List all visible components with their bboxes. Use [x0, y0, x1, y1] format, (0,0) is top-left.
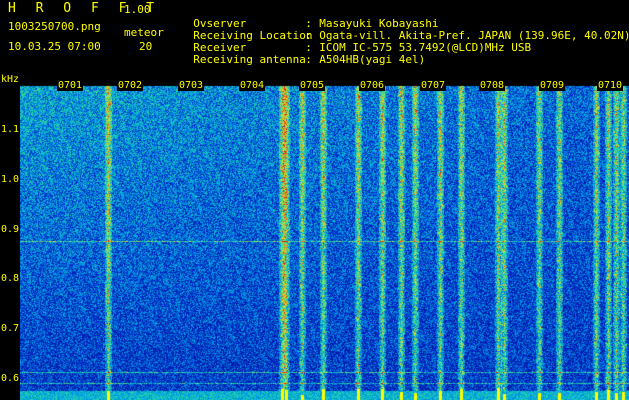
image-filename: 1003250700.png — [8, 20, 101, 33]
time-label: 0710 — [597, 80, 624, 91]
capture-datetime: 10.03.25 07:00 — [8, 40, 101, 53]
app-version: 1.00 — [124, 3, 151, 16]
meteor-count: 20 — [139, 40, 153, 53]
y-tick-label: 0.9 — [1, 224, 20, 235]
time-label: 0704 — [239, 80, 266, 91]
y-tick-label: 1.0 — [1, 174, 20, 185]
time-label: 0709 — [539, 80, 566, 91]
meteor-label: meteor — [124, 26, 164, 39]
y-tick-label: 1.1 — [1, 124, 20, 135]
info-antenna: Receiving antenna: A504HB(yagi 4el) — [180, 40, 425, 66]
time-label: 0703 — [178, 80, 205, 91]
info-key: Receiving antenna — [193, 53, 306, 66]
time-label: 0701 — [57, 80, 84, 91]
y-tick-label: 0.8 — [1, 273, 20, 284]
info-sep: : — [305, 53, 312, 66]
y-tick-label: 0.7 — [1, 323, 20, 334]
spectrogram — [20, 80, 629, 400]
y-axis-unit: kHz — [1, 74, 20, 85]
time-label: 0708 — [479, 80, 506, 91]
y-tick-label: 0.6 — [1, 373, 20, 384]
time-label: 0705 — [299, 80, 326, 91]
time-label: 0702 — [117, 80, 144, 91]
time-label: 0707 — [420, 80, 447, 91]
info-value: A504HB(yagi 4el) — [319, 53, 426, 66]
time-label: 0706 — [359, 80, 386, 91]
